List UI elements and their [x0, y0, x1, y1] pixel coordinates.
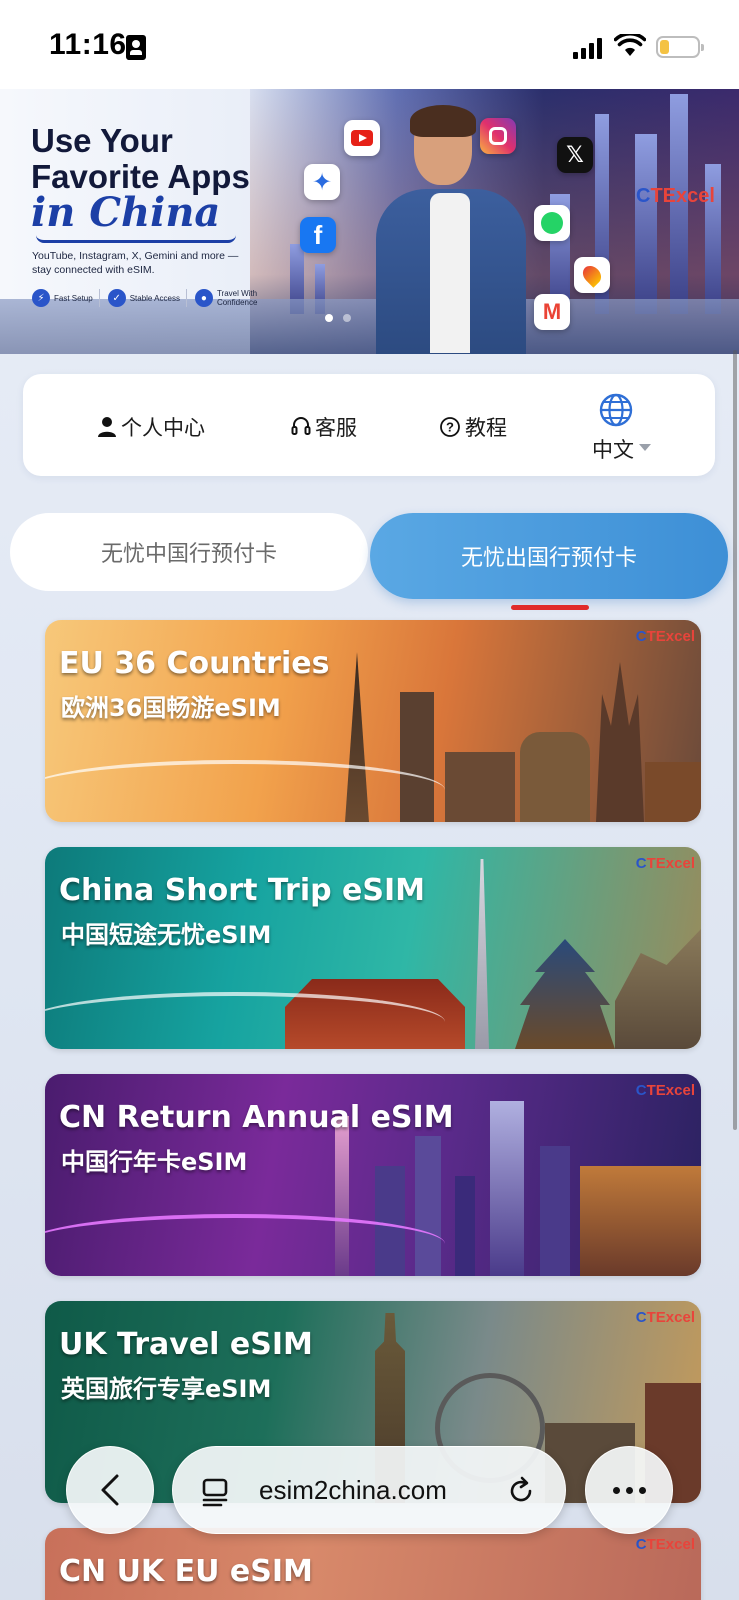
svg-text:?: ? — [446, 420, 454, 435]
reload-icon[interactable] — [505, 1475, 537, 1507]
nav-customer-service[interactable]: 客服 — [291, 412, 357, 442]
hero-feature: ⚡ Fast Setup — [32, 289, 100, 307]
tabs-icon[interactable] — [201, 1477, 231, 1507]
youtube-icon — [344, 120, 380, 156]
hero-feature: ✓ Stable Access — [107, 289, 187, 307]
card-title: China Short Trip eSIM — [59, 873, 425, 908]
hero-water — [0, 299, 739, 354]
card-subtitle: 欧洲36国畅游eSIM — [61, 694, 281, 722]
product-card-china-short-trip[interactable]: China Short Trip eSIM 中国短途无忧eSIM CTExcel — [45, 847, 701, 1049]
url-text[interactable]: esim2china.com — [259, 1475, 447, 1506]
brand-logo: CTExcel — [636, 185, 715, 207]
x-icon: 𝕏 — [557, 137, 593, 173]
brand-logo: CTExcel — [635, 855, 695, 872]
browser-back-button[interactable] — [66, 1446, 154, 1534]
product-card-cn-uk-eu[interactable]: CN UK EU eSIM CTExcel — [45, 1528, 701, 1600]
shield-icon: ✓ — [107, 289, 126, 307]
product-card-eu36[interactable]: EU 36 Countries 欧洲36国畅游eSIM CTExcel — [45, 620, 701, 822]
card-subtitle: 英国旅行专享eSIM — [61, 1375, 272, 1403]
hero-features: ⚡ Fast Setup ✓ Stable Access ● Travel Wi… — [32, 289, 275, 307]
hero-title: Use Your Favorite Apps — [31, 122, 250, 195]
user-icon — [98, 417, 116, 437]
chevron-left-icon — [101, 1474, 119, 1506]
brand-logo: CTExcel — [635, 1536, 695, 1553]
carousel-dot[interactable] — [325, 314, 333, 322]
scroll-indicator[interactable] — [733, 350, 737, 1130]
product-card-cn-return-annual[interactable]: CN Return Annual eSIM 中国行年卡eSIM CTExcel — [45, 1074, 701, 1276]
nav-personal-center[interactable]: 个人中心 — [97, 412, 205, 442]
headset-icon — [291, 417, 311, 435]
globe-icon[interactable] — [598, 392, 634, 428]
more-icon — [612, 1486, 620, 1494]
brand-logo: CTExcel — [635, 1309, 695, 1326]
instagram-icon — [480, 118, 516, 154]
facebook-icon: f — [300, 217, 336, 253]
google-maps-icon — [574, 257, 610, 293]
browser-address-bar[interactable]: esim2china.com — [172, 1446, 566, 1534]
cellular-signal-icon — [573, 37, 603, 59]
carousel-dot[interactable] — [343, 314, 351, 322]
decor-wave — [45, 992, 445, 1049]
card-title: CN Return Annual eSIM — [59, 1100, 454, 1135]
location-pin-icon: ● — [194, 289, 213, 307]
brand-logo: CTExcel — [635, 628, 695, 645]
tab-abroad-prepaid[interactable]: 无忧出国行预付卡 — [370, 513, 728, 599]
tab-china-prepaid[interactable]: 无忧中国行预付卡 — [10, 513, 368, 591]
status-bar: 11:16 — [0, 0, 739, 89]
chevron-down-icon[interactable] — [639, 444, 651, 451]
card-title: CN UK EU eSIM — [59, 1554, 313, 1589]
gemini-icon: ✦ — [304, 164, 340, 200]
card-subtitle: 中国短途无忧eSIM — [61, 921, 272, 949]
nav-tutorial[interactable]: ? 教程 — [439, 412, 507, 442]
help-circle-icon: ? — [440, 417, 460, 437]
hero-title-script: in China — [31, 189, 221, 236]
whatsapp-icon — [534, 205, 570, 241]
card-title: UK Travel eSIM — [59, 1327, 313, 1362]
carousel-dots — [325, 314, 351, 322]
hero-banner[interactable]: Use Your Favorite Apps in China YouTube,… — [0, 89, 739, 354]
active-tab-indicator — [511, 605, 589, 610]
wifi-icon — [614, 34, 646, 56]
battery-low-icon — [656, 36, 704, 58]
id-card-icon — [126, 35, 146, 60]
language-selector[interactable]: 中文 — [592, 434, 634, 464]
lightning-icon: ⚡ — [32, 289, 50, 307]
gmail-icon: M — [534, 294, 570, 330]
card-subtitle: 中国行年卡eSIM — [61, 1148, 248, 1176]
hero-feature: ● Travel With Confidence — [194, 289, 275, 307]
browser-more-button[interactable] — [585, 1446, 673, 1534]
brand-logo: CTExcel — [635, 1082, 695, 1099]
hero-swoosh — [36, 235, 236, 243]
hero-subtitle: YouTube, Instagram, X, Gemini and more —… — [32, 250, 239, 276]
card-title: EU 36 Countries — [59, 646, 330, 681]
status-time: 11:16 — [49, 28, 127, 61]
